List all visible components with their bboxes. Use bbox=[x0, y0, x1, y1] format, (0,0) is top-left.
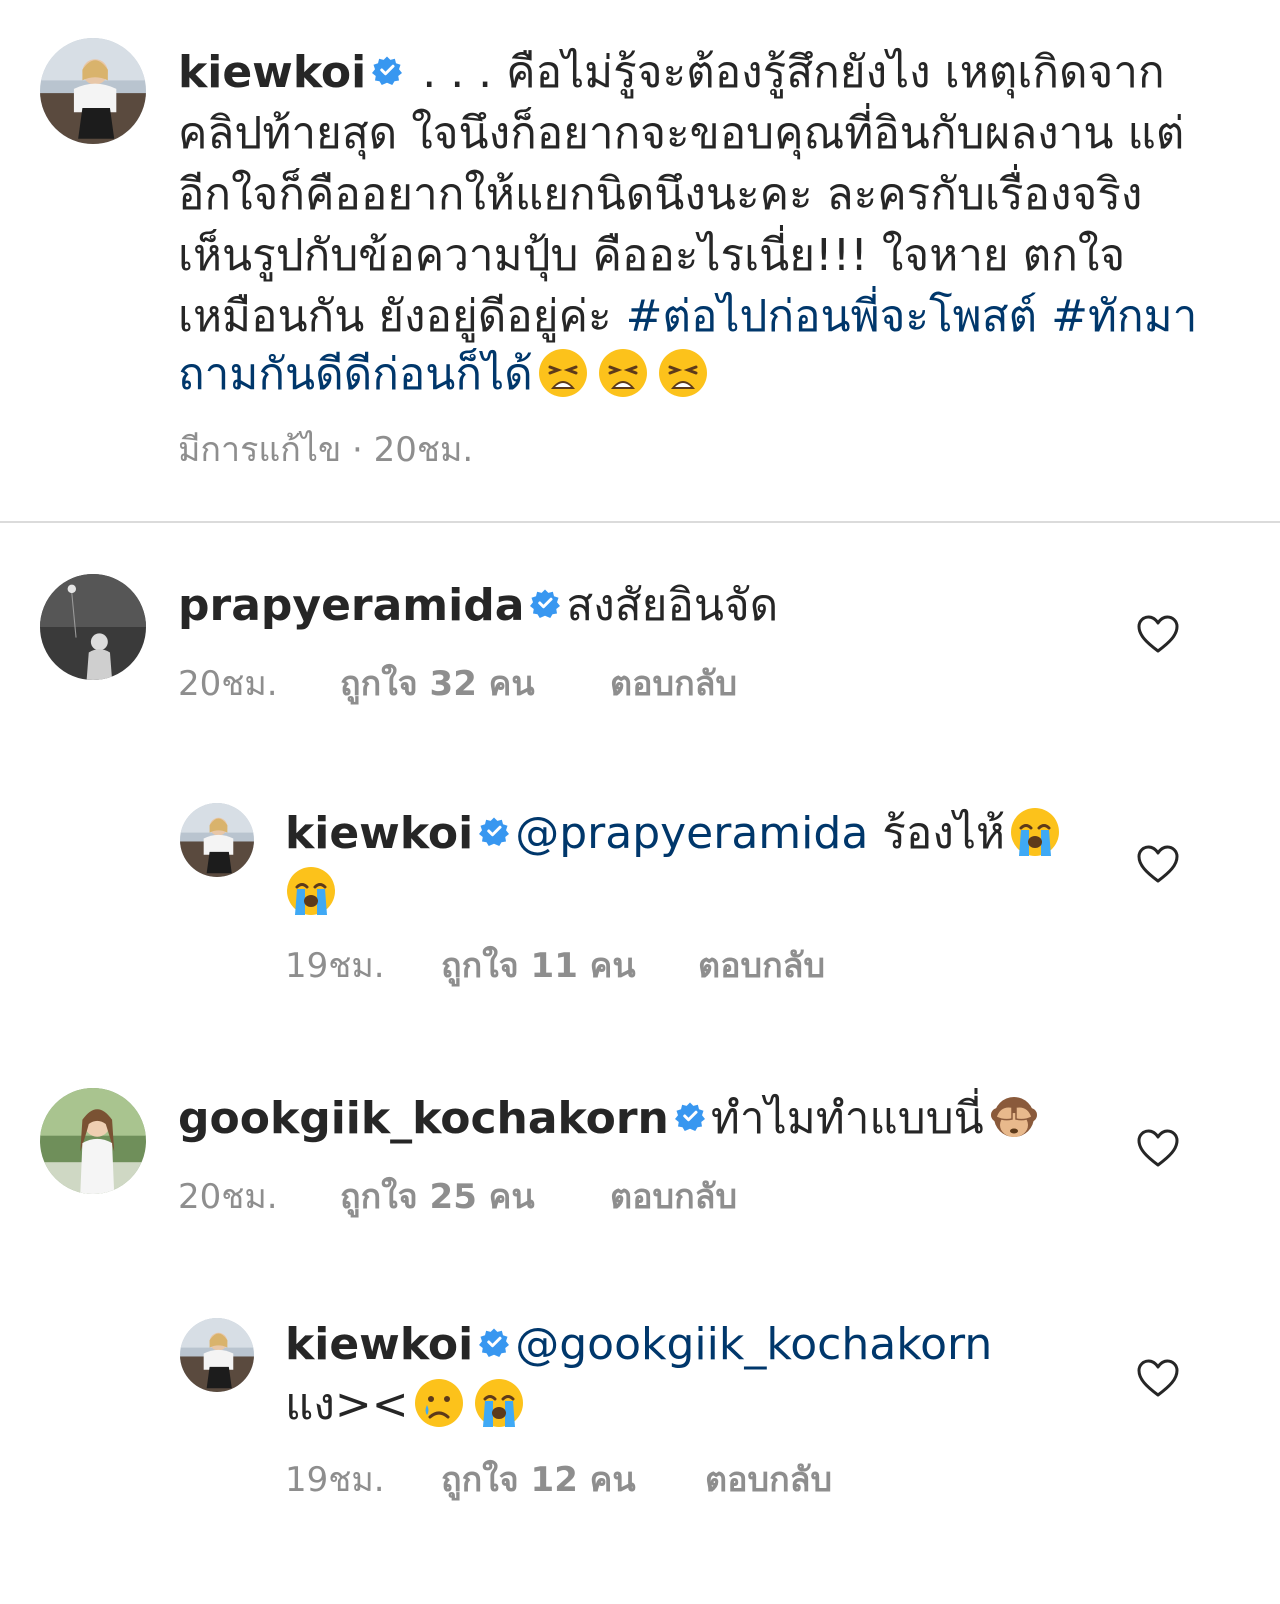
caption-line-1: kiewkoi . . . คือไม่รู้จะต้องรู้สึกยังไง… bbox=[178, 42, 1165, 103]
reply-likes-count[interactable]: ถูกใจ 11 คน bbox=[441, 946, 636, 986]
reply-body: ร้องไห้ bbox=[868, 808, 1005, 859]
weary-face-emoji-icon bbox=[537, 347, 589, 399]
reply-text-line-1: kiewkoi @prapyeramida ร้องไห้ bbox=[285, 803, 1065, 866]
caption-divider bbox=[0, 521, 1280, 523]
hashtag-link[interactable]: #ต่อไปก่อนพี่จะโพสต์ bbox=[626, 291, 1038, 342]
like-heart-icon[interactable] bbox=[1136, 844, 1180, 884]
verified-badge-icon bbox=[372, 55, 403, 85]
loudly-crying-face-emoji-icon bbox=[473, 1377, 525, 1429]
reply-button[interactable]: ตอบกลับ bbox=[698, 946, 825, 986]
verified-badge-icon bbox=[479, 816, 510, 846]
reply-button[interactable]: ตอบกลับ bbox=[610, 1177, 737, 1217]
avatar-photo-icon bbox=[180, 1318, 254, 1392]
reply-meta: 19ชม. ถูกใจ 12 คน ตอบกลับ bbox=[285, 1460, 985, 1500]
see-no-evil-monkey-emoji-icon bbox=[988, 1091, 1040, 1143]
caption-avatar[interactable] bbox=[40, 38, 146, 144]
reply-avatar[interactable] bbox=[180, 803, 254, 877]
caption-line-4: เห็นรูปกับข้อความปุ้บ คืออะไรเนี่ย!!! ใจ… bbox=[178, 230, 1126, 281]
verified-badge-icon bbox=[674, 1101, 705, 1131]
reply-likes-count[interactable]: ถูกใจ 12 คน bbox=[441, 1460, 636, 1500]
caption-line-2: คลิปท้ายสุด ใจนึงก็อยากจะขอบคุณที่อินกับ… bbox=[178, 108, 1185, 159]
hashtag-link-continued[interactable]: ถามกันดีดีก่อนก็ได้ bbox=[178, 349, 533, 400]
comment-meta: 20ชม. ถูกใจ 32 คน ตอบกลับ bbox=[178, 664, 878, 704]
like-heart-icon[interactable] bbox=[1136, 1358, 1180, 1398]
comment-text: gookgiik_kochakorn ทำไมทำแบบนี่ bbox=[178, 1088, 1044, 1151]
reply-time: 19ชม. bbox=[285, 1460, 385, 1500]
comment-time: 20ชม. bbox=[178, 664, 278, 704]
comment-meta: 20ชม. ถูกใจ 25 คน ตอบกลับ bbox=[178, 1177, 878, 1217]
comment-likes-count[interactable]: ถูกใจ 25 คน bbox=[340, 1177, 535, 1217]
caption-line-6: ถามกันดีดีก่อนก็ได้ bbox=[178, 344, 713, 407]
caption-username[interactable]: kiewkoi bbox=[178, 47, 366, 98]
comment-avatar[interactable] bbox=[40, 574, 146, 680]
caption-line-3: อีกใจก็คืออยากให้แยกนิดนึงนะคะ ละครกับเร… bbox=[178, 169, 1143, 220]
weary-face-emoji-icon bbox=[657, 347, 709, 399]
comment-avatar[interactable] bbox=[40, 1088, 146, 1194]
comment-username[interactable]: gookgiik_kochakorn bbox=[178, 1093, 669, 1144]
verified-badge-icon bbox=[479, 1327, 510, 1357]
reply-username[interactable]: kiewkoi bbox=[285, 1319, 473, 1370]
reply-text-line-2: แง>< bbox=[285, 1374, 529, 1437]
crying-face-emoji-icon bbox=[413, 1377, 465, 1429]
caption-line-5: เหมือนกัน ยังอยู่ดีอยู่ค่ะ #ต่อไปก่อนพี่… bbox=[178, 286, 1197, 347]
reply-time: 19ชม. bbox=[285, 946, 385, 986]
loudly-crying-face-emoji-icon bbox=[1009, 806, 1061, 858]
avatar-photo-icon bbox=[40, 1088, 146, 1194]
reply-button[interactable]: ตอบกลับ bbox=[705, 1460, 832, 1500]
reply-username[interactable]: kiewkoi bbox=[285, 808, 473, 859]
comment-likes-count[interactable]: ถูกใจ 32 คน bbox=[340, 664, 535, 704]
mention-link[interactable]: @gookgiik_kochakorn bbox=[515, 1319, 992, 1370]
like-heart-icon[interactable] bbox=[1136, 614, 1180, 654]
comment-body: สงสัยอินจัด bbox=[566, 580, 779, 631]
avatar-photo-icon bbox=[40, 38, 146, 144]
loudly-crying-face-emoji-icon bbox=[285, 865, 337, 917]
hashtag-link[interactable]: #ทักมา bbox=[1051, 291, 1197, 342]
reply-text-line-2 bbox=[285, 862, 341, 925]
like-heart-icon[interactable] bbox=[1136, 1128, 1180, 1168]
reply-text-line-1: kiewkoi @gookgiik_kochakorn bbox=[285, 1314, 992, 1375]
comment-body: ทำไมทำแบบนี่ bbox=[710, 1093, 984, 1144]
reply-body: แง>< bbox=[285, 1379, 409, 1430]
verified-badge-icon bbox=[530, 588, 561, 618]
comment-text: prapyeramida สงสัยอินจัด bbox=[178, 575, 778, 636]
reply-button[interactable]: ตอบกลับ bbox=[610, 664, 737, 704]
mention-link[interactable]: @prapyeramida bbox=[515, 808, 868, 859]
caption-text-line-5: เหมือนกัน ยังอยู่ดีอยู่ค่ะ bbox=[178, 291, 626, 342]
weary-face-emoji-icon bbox=[597, 347, 649, 399]
reply-avatar[interactable] bbox=[180, 1318, 254, 1392]
avatar-photo-icon bbox=[40, 574, 146, 680]
avatar-photo-icon bbox=[180, 803, 254, 877]
comment-username[interactable]: prapyeramida bbox=[178, 580, 524, 631]
caption-text-line-1: . . . คือไม่รู้จะต้องรู้สึกยังไง เหตุเกิ… bbox=[408, 47, 1165, 98]
caption-edited-timestamp: มีการแก้ไข · 20ชม. bbox=[178, 430, 474, 470]
reply-meta: 19ชม. ถูกใจ 11 คน ตอบกลับ bbox=[285, 946, 985, 986]
comment-time: 20ชม. bbox=[178, 1177, 278, 1217]
